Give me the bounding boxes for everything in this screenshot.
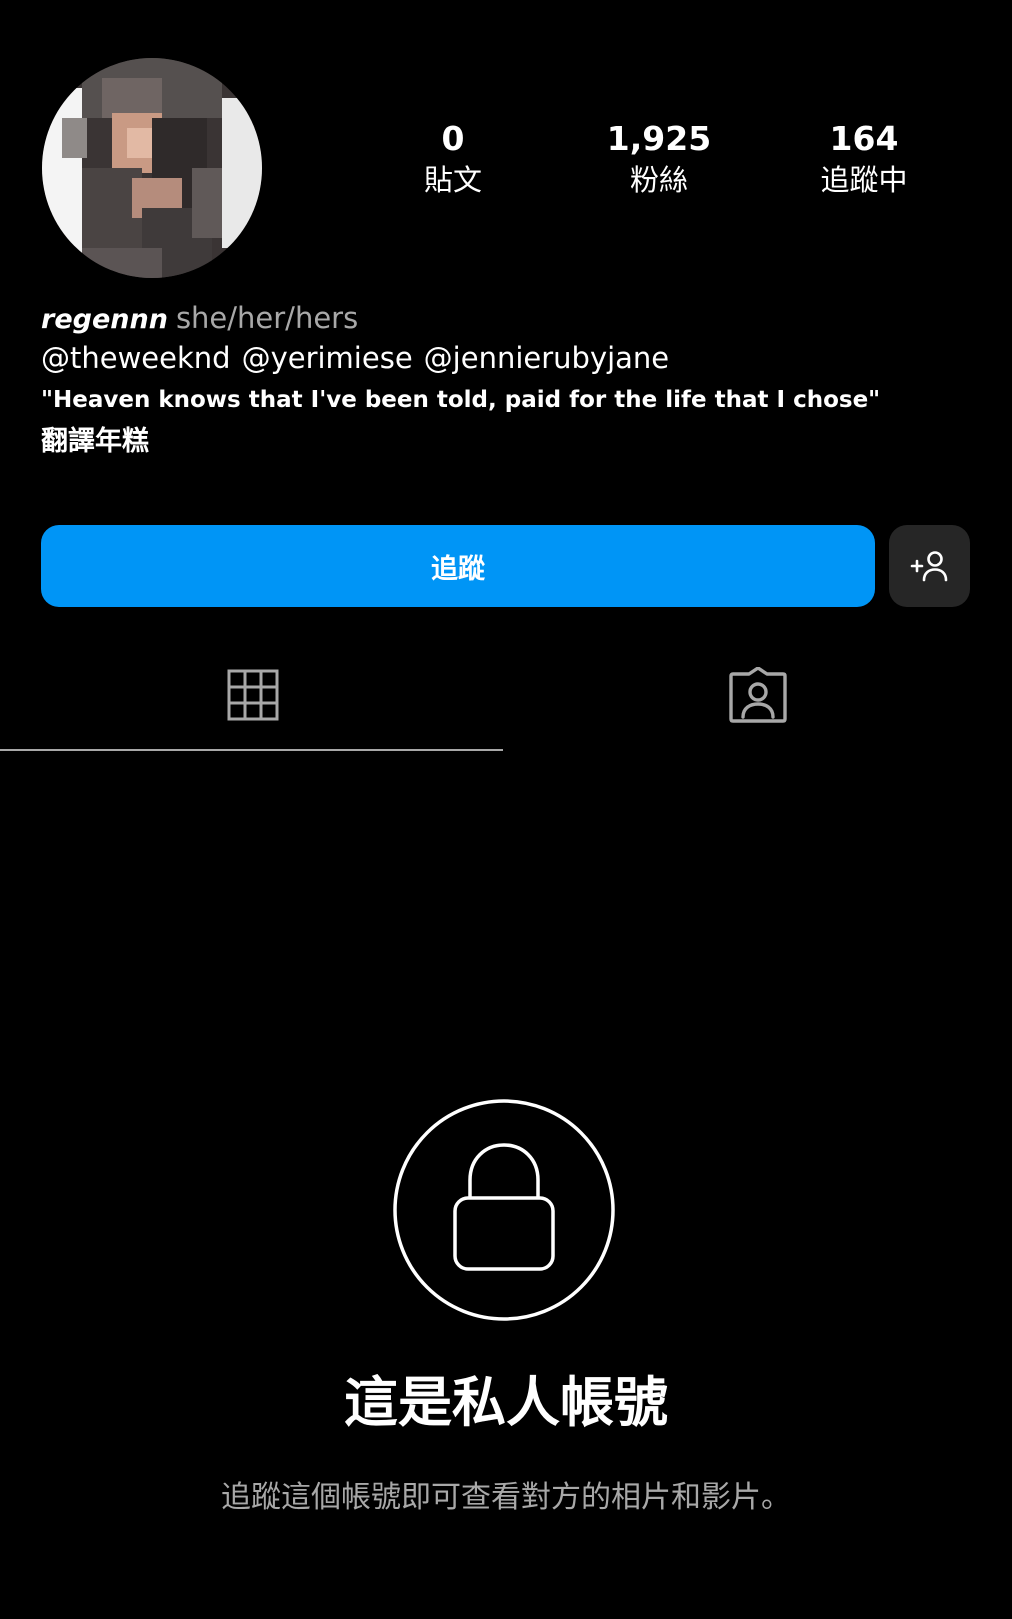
followers-count: 1,925 <box>606 119 712 158</box>
followers-label: 粉絲 <box>629 163 688 197</box>
mention-link[interactable]: @theweeknd <box>41 341 231 375</box>
bio-note: 翻譯年糕 <box>41 426 149 457</box>
pronouns: she/her/hers <box>175 301 359 335</box>
follow-button[interactable]: 追蹤 <box>41 525 875 607</box>
lock-icon <box>393 1099 615 1321</box>
posts-label: 貼文 <box>423 163 482 197</box>
stat-posts[interactable]: 0 貼文 <box>373 118 533 200</box>
mention-link[interactable]: @yerimiese <box>242 341 413 375</box>
bio-name-row: regennn she/her/hers <box>41 298 358 343</box>
private-account-lock <box>393 1099 615 1321</box>
tab-tagged[interactable] <box>506 655 1009 750</box>
tab-posts-grid[interactable] <box>0 655 503 750</box>
username: regennn <box>41 304 168 335</box>
active-tab-indicator <box>0 749 503 751</box>
suggested-accounts-button[interactable] <box>889 525 970 607</box>
stat-followers[interactable]: 1,925 粉絲 <box>579 118 739 200</box>
following-label: 追蹤中 <box>820 163 908 197</box>
add-person-icon <box>910 551 947 582</box>
mention-link[interactable]: @jennierubyjane <box>424 341 669 375</box>
bio-quote: "Heaven knows that I've been told, paid … <box>41 387 881 413</box>
posts-count: 0 <box>441 119 465 158</box>
grid-icon <box>227 669 279 721</box>
avatar[interactable] <box>42 58 262 278</box>
tagged-person-icon <box>729 667 787 723</box>
private-account-title: 這是私人帳號 <box>344 1371 668 1434</box>
bio-mentions: @theweeknd @yerimiese @jennierubyjane <box>41 338 680 378</box>
following-count: 164 <box>829 119 899 158</box>
private-account-subtitle: 追蹤這個帳號即可查看對方的相片和影片。 <box>221 1480 791 1515</box>
avatar-image <box>42 58 262 278</box>
stat-following[interactable]: 164 追蹤中 <box>784 118 944 200</box>
